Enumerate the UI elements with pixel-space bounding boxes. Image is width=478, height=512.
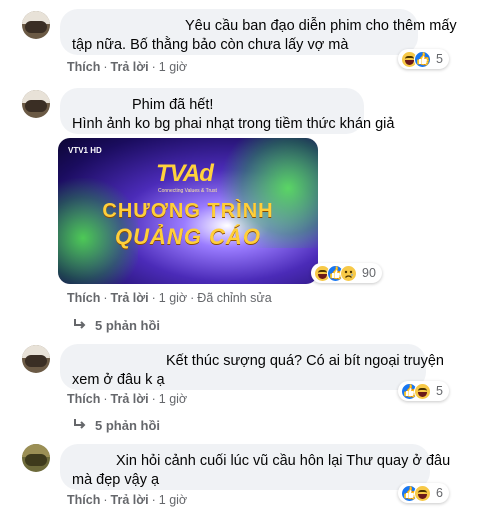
like-link[interactable]: Thích bbox=[67, 493, 100, 507]
comment-bubble: Kết thúc sượng quá? Có ai bít ngoại truy… bbox=[60, 344, 444, 390]
avatar[interactable] bbox=[22, 11, 50, 39]
avatar[interactable] bbox=[22, 444, 50, 472]
image-title-line: CHƯƠNG TRÌNH bbox=[102, 200, 274, 222]
comment-text-line: Yêu cầu ban đạo diễn phim cho thêm mấy bbox=[185, 18, 457, 34]
brand-tagline: Connecting Values & Trust bbox=[158, 188, 217, 194]
reaction-count: 6 bbox=[436, 486, 443, 500]
avatar[interactable] bbox=[22, 90, 50, 118]
timestamp-link[interactable]: 1 giờ bbox=[159, 60, 187, 74]
reply-link[interactable]: Trả lời bbox=[111, 60, 149, 74]
comment-actions: Thích · Trả lời · 1 giờ bbox=[67, 60, 188, 74]
comment-text-line: Hình ảnh ko bg phai nhạt trong tiềm thức… bbox=[72, 116, 395, 132]
reply-link[interactable]: Trả lời bbox=[111, 493, 149, 507]
image-title-line: QUẢNG CÁO bbox=[115, 224, 261, 249]
comment-actions: Thích · Trả lời · 1 giờ bbox=[67, 493, 188, 507]
timestamp-link[interactable]: 1 giờ bbox=[159, 392, 187, 406]
replies-count-label: 5 phản hồi bbox=[95, 318, 160, 333]
comment-text-line: tập nữa. Bố thằng bảo còn chưa lấy vợ mà bbox=[72, 37, 349, 53]
comment-bubble: Yêu cầu ban đạo diễn phim cho thêm mấy t… bbox=[60, 9, 457, 55]
like-reaction-icon bbox=[414, 50, 431, 68]
channel-logo: VTV1 HD bbox=[68, 146, 102, 155]
attached-image[interactable]: VTV1 HD TVAd Connecting Values & Trust C… bbox=[58, 138, 318, 284]
reply-link[interactable]: Trả lời bbox=[111, 392, 149, 406]
comment-text-line: Kết thúc sượng quá? Có ai bít ngoại truy… bbox=[166, 353, 444, 369]
comment-bubble: Xin hỏi cảnh cuối lúc vũ cầu hôn lại Thư… bbox=[60, 444, 451, 490]
comment-text-line: mà đẹp vậy ạ bbox=[72, 472, 160, 488]
replies-count-label: 5 phản hồi bbox=[95, 418, 160, 433]
comment-actions: Thích · Trả lời · 1 giờ bbox=[67, 392, 188, 406]
edited-link[interactable]: Đã chỉnh sửa bbox=[197, 291, 271, 305]
view-replies-link[interactable]: 5 phản hồi bbox=[73, 318, 160, 333]
reply-link[interactable]: Trả lời bbox=[111, 291, 149, 305]
like-link[interactable]: Thích bbox=[67, 291, 100, 305]
reaction-count: 5 bbox=[436, 384, 443, 398]
reaction-summary[interactable]: 5 bbox=[398, 381, 449, 401]
reaction-summary[interactable]: 90 bbox=[311, 263, 382, 283]
sad-reaction-icon bbox=[340, 264, 357, 282]
like-link[interactable]: Thích bbox=[67, 60, 100, 74]
timestamp-link[interactable]: 1 giờ bbox=[159, 291, 187, 305]
reply-arrow-icon bbox=[73, 418, 87, 433]
reaction-count: 90 bbox=[362, 266, 376, 280]
comment-text-line: xem ở đâu k ạ bbox=[72, 372, 165, 388]
brand-logo: TVAd bbox=[156, 160, 214, 187]
timestamp-link[interactable]: 1 giờ bbox=[159, 493, 187, 507]
comment-text-line: Phim đã hết! bbox=[132, 97, 214, 113]
comment-actions: Thích · Trả lời · 1 giờ · Đã chỉnh sửa bbox=[67, 291, 272, 305]
reaction-count: 5 bbox=[436, 52, 443, 66]
haha-reaction-icon bbox=[414, 484, 431, 502]
comment-text-line: Xin hỏi cảnh cuối lúc vũ cầu hôn lại Thư… bbox=[116, 453, 451, 469]
reply-arrow-icon bbox=[73, 318, 87, 333]
reaction-summary[interactable]: 5 bbox=[398, 49, 449, 69]
haha-reaction-icon bbox=[414, 382, 431, 400]
reaction-summary[interactable]: 6 bbox=[398, 483, 449, 503]
view-replies-link[interactable]: 5 phản hồi bbox=[73, 418, 160, 433]
avatar[interactable] bbox=[22, 345, 50, 373]
comment-bubble: Phim đã hết! Hình ảnh ko bg phai nhạt tr… bbox=[60, 88, 395, 134]
like-link[interactable]: Thích bbox=[67, 392, 100, 406]
